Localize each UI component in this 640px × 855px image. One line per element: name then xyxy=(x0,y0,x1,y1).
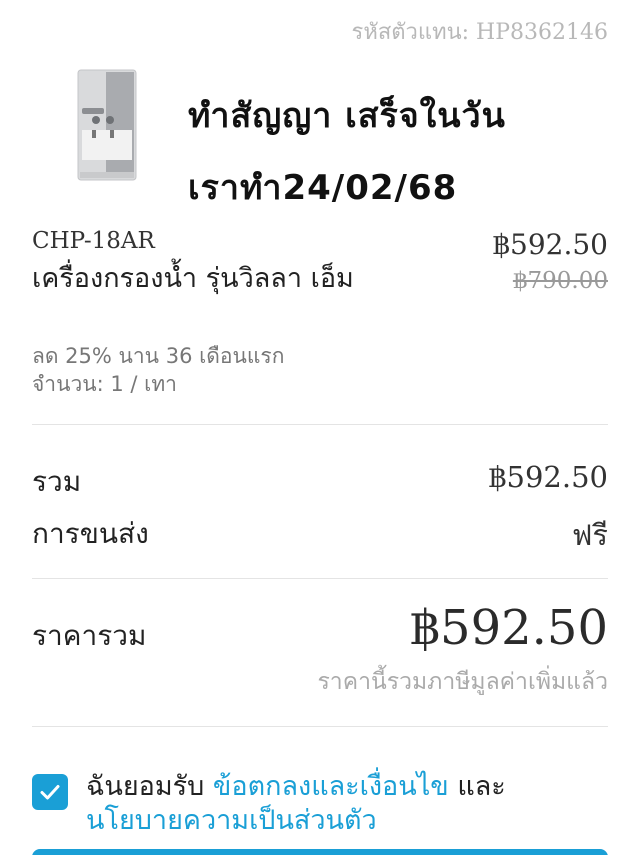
consent-text: ฉันยอมรับ ข้อตกลงและเงื่อนไข และ นโยบายค… xyxy=(86,770,606,838)
consent-prefix: ฉันยอมรับ xyxy=(86,771,213,802)
agent-code: รหัสตัวแทน: HP8362146 xyxy=(351,20,608,45)
checkmark-icon xyxy=(40,785,60,800)
divider xyxy=(32,424,608,425)
subtotal-value: ฿592.50 xyxy=(488,460,608,494)
vat-note: ราคานี้รวมภาษีมูลค่าเพิ่มแล้ว xyxy=(317,669,608,695)
handwritten-note-line-2: เราทำ24/02/68 xyxy=(188,168,458,208)
original-price: ฿790.00 xyxy=(512,268,608,294)
consent-checkbox[interactable] xyxy=(32,774,68,810)
total-value: ฿592.50 xyxy=(409,600,609,656)
shipping-label: การขนส่ง xyxy=(32,517,149,550)
total-label: ราคารวม xyxy=(32,619,147,652)
quantity-info: จำนวน: 1 / เทา xyxy=(32,372,177,396)
consent-and: และ xyxy=(448,771,506,802)
privacy-policy-link[interactable]: นโยบายความเป็นส่วนตัว xyxy=(86,805,377,836)
subtotal-label: รวม xyxy=(32,465,82,498)
divider xyxy=(32,726,608,727)
handwritten-note-line-1: ทำสัญญา เสร็จในวัน xyxy=(188,96,506,136)
shipping-value: ฟรี xyxy=(571,518,608,552)
product-sku: CHP-18AR xyxy=(32,228,155,254)
terms-link[interactable]: ข้อตกลงและเงื่อนไข xyxy=(213,771,449,802)
submit-button[interactable] xyxy=(32,849,608,855)
product-price: ฿592.50 xyxy=(492,228,608,261)
product-image xyxy=(66,68,148,186)
product-name: เครื่องกรองน้ำ รุ่นวิลลา เอ็ม xyxy=(32,263,354,294)
divider xyxy=(32,578,608,579)
